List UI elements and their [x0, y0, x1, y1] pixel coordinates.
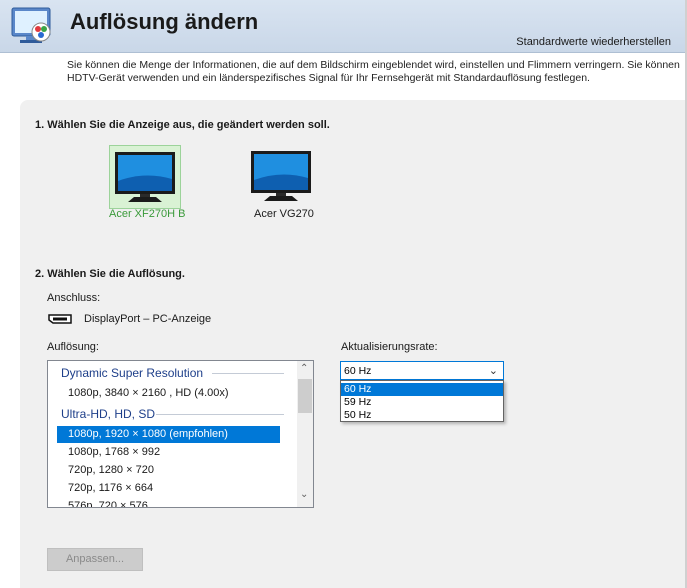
resolution-list[interactable]: Dynamic Super Resolution 1080p, 3840 × 2…: [47, 360, 314, 508]
display-label-acer-xf270h-b: Acer XF270H B: [109, 208, 186, 220]
group-divider: [156, 414, 284, 415]
step1-title: 1. Wählen Sie die Anzeige aus, die geänd…: [35, 119, 330, 131]
list-group-header: Ultra-HD, HD, SD: [61, 407, 156, 421]
refresh-option-50[interactable]: 50 Hz: [341, 409, 503, 422]
display-acer-vg270[interactable]: [246, 145, 316, 207]
page-header: Auflösung ändern Standardwerte wiederher…: [0, 0, 687, 53]
displayport-icon: [48, 314, 72, 324]
refresh-option-59[interactable]: 59 Hz: [341, 396, 503, 409]
connection-value: DisplayPort – PC-Anzeige: [84, 313, 212, 325]
intro-line-1: Sie können die Menge der Informationen, …: [67, 59, 680, 71]
scroll-thumb[interactable]: [298, 379, 312, 413]
refresh-rate-select[interactable]: 60 Hz ⌄: [340, 361, 504, 380]
customize-button[interactable]: Anpassen...: [47, 548, 143, 571]
display-acer-xf270h-b[interactable]: [109, 145, 181, 209]
group-divider: [212, 373, 284, 374]
display-label-acer-vg270: Acer VG270: [254, 208, 314, 220]
monitor-icon: [251, 151, 311, 201]
refresh-option-60[interactable]: 60 Hz: [341, 383, 503, 396]
list-item[interactable]: 720p, 1280 × 720: [68, 462, 154, 479]
restore-defaults-link[interactable]: Standardwerte wiederherstellen: [516, 36, 671, 48]
scroll-up-icon[interactable]: ⌃: [300, 363, 308, 374]
list-item[interactable]: 1080p, 3840 × 2160 , HD (4.00x): [68, 385, 229, 402]
refresh-rate-label: Aktualisierungsrate:: [341, 341, 438, 353]
intro-text: Sie können die Menge der Informationen, …: [67, 59, 685, 85]
refresh-rate-value: 60 Hz: [344, 365, 372, 377]
monitor-icon: [115, 152, 175, 202]
list-item[interactable]: 576p, 720 × 576: [68, 498, 148, 507]
scroll-down-icon[interactable]: ⌄: [300, 489, 308, 500]
page-title: Auflösung ändern: [70, 9, 259, 34]
display-settings-icon: [11, 7, 51, 43]
step2-title: 2. Wählen Sie die Auflösung.: [35, 268, 185, 280]
chevron-down-icon[interactable]: ⌄: [489, 364, 498, 377]
refresh-rate-dropdown: 60 Hz 59 Hz 50 Hz: [340, 380, 504, 422]
list-item-selected[interactable]: 1080p, 1920 × 1080 (empfohlen): [57, 426, 280, 443]
list-item[interactable]: 720p, 1176 × 664: [68, 480, 153, 497]
intro-line-2: HDTV-Gerät verwenden und ein länderspezi…: [67, 72, 590, 84]
list-scrollbar[interactable]: ⌃ ⌄: [297, 361, 313, 507]
list-group-header: Dynamic Super Resolution: [61, 366, 204, 380]
list-item[interactable]: 1080p, 1768 × 992: [68, 444, 160, 461]
resolution-label: Auflösung:: [47, 341, 99, 353]
connection-label: Anschluss:: [47, 292, 101, 304]
